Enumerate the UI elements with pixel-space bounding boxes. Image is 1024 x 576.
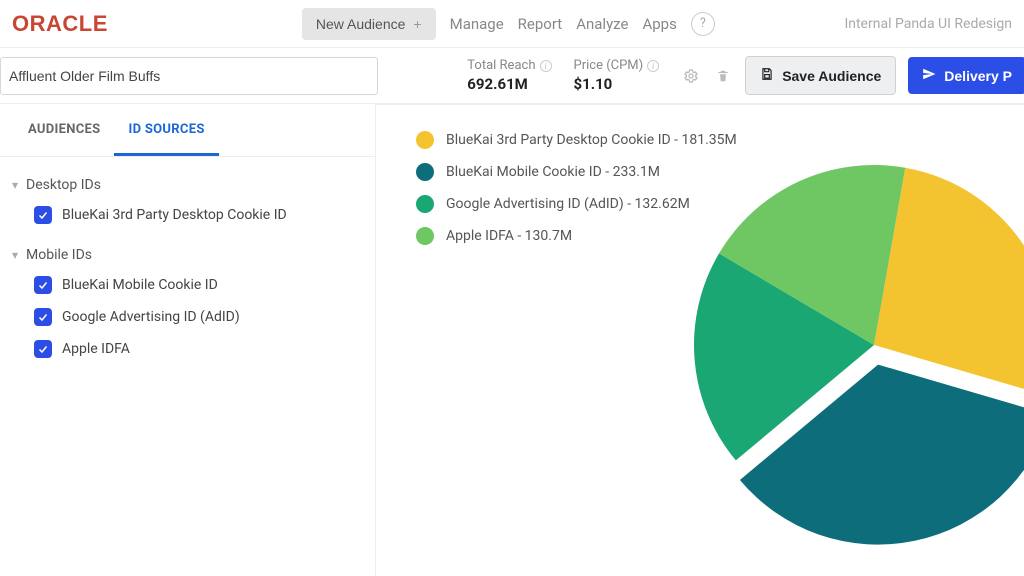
main-panel: BlueKai 3rd Party Desktop Cookie ID - 18… xyxy=(376,104,1024,576)
sidebar-tabs: AUDIENCES ID SOURCES xyxy=(0,104,375,157)
metric-reach-value: 692.61M xyxy=(467,75,551,93)
tab-id-sources[interactable]: ID SOURCES xyxy=(114,104,218,156)
tree-item-label: Google Advertising ID (AdID) xyxy=(62,309,240,325)
tree-item-desktop-cookie[interactable]: BlueKai 3rd Party Desktop Cookie ID xyxy=(12,199,363,231)
checkbox-checked-icon[interactable] xyxy=(34,276,52,294)
brand-logo: ORACLE xyxy=(12,11,108,37)
metric-reach: Total Reach i 692.61M xyxy=(467,58,551,93)
nav-analyze[interactable]: Analyze xyxy=(576,15,628,33)
metric-reach-label: Total Reach xyxy=(467,58,535,73)
gear-icon[interactable] xyxy=(681,66,701,86)
save-icon xyxy=(760,67,774,84)
info-icon[interactable]: i xyxy=(540,60,552,72)
tree-item-label: BlueKai 3rd Party Desktop Cookie ID xyxy=(62,207,287,223)
legend-swatch xyxy=(416,227,434,245)
id-source-tree: ▾ Desktop IDs BlueKai 3rd Party Desktop … xyxy=(0,157,375,393)
pie-chart xyxy=(674,145,1024,545)
legend-swatch xyxy=(416,195,434,213)
audience-name-input[interactable] xyxy=(0,57,378,95)
legend-label: BlueKai Mobile Cookie ID - 233.1M xyxy=(446,164,660,180)
metric-cpm-label: Price (CPM) xyxy=(574,58,644,73)
tree-item-mobile-cookie[interactable]: BlueKai Mobile Cookie ID xyxy=(12,269,363,301)
plus-icon: + xyxy=(413,16,421,32)
metric-cpm-value: $1.10 xyxy=(574,75,660,93)
project-name: Internal Panda UI Redesign xyxy=(844,16,1012,32)
legend-label: Apple IDFA - 130.7M xyxy=(446,228,572,244)
trash-icon[interactable] xyxy=(713,66,733,86)
tab-audiences[interactable]: AUDIENCES xyxy=(14,104,114,156)
sidebar: AUDIENCES ID SOURCES ▾ Desktop IDs BlueK… xyxy=(0,104,376,576)
delivery-button[interactable]: Delivery P xyxy=(908,57,1024,94)
tree-group-mobile: ▾ Mobile IDs BlueKai Mobile Cookie ID Go… xyxy=(12,243,363,365)
content-area: AUDIENCES ID SOURCES ▾ Desktop IDs BlueK… xyxy=(0,104,1024,576)
metric-cpm: Price (CPM) i $1.10 xyxy=(574,58,660,93)
tree-group-label: Mobile IDs xyxy=(26,247,92,263)
legend-swatch xyxy=(416,131,434,149)
save-audience-button[interactable]: Save Audience xyxy=(745,56,896,95)
new-audience-label: New Audience xyxy=(316,16,406,32)
chevron-down-icon: ▾ xyxy=(12,248,18,262)
nav-apps[interactable]: Apps xyxy=(642,15,676,33)
tree-item-apple-idfa[interactable]: Apple IDFA xyxy=(12,333,363,365)
nav-manage[interactable]: Manage xyxy=(450,15,504,33)
tree-group-header-desktop[interactable]: ▾ Desktop IDs xyxy=(12,173,363,199)
top-bar: ORACLE New Audience + Manage Report Anal… xyxy=(0,0,1024,48)
paper-plane-icon xyxy=(922,67,936,84)
legend-swatch xyxy=(416,163,434,181)
tree-group-header-mobile[interactable]: ▾ Mobile IDs xyxy=(12,243,363,269)
help-icon[interactable]: ? xyxy=(691,12,715,36)
chevron-down-icon: ▾ xyxy=(12,178,18,192)
info-icon[interactable]: i xyxy=(647,60,659,72)
nav-report[interactable]: Report xyxy=(518,15,563,33)
tree-item-label: BlueKai Mobile Cookie ID xyxy=(62,277,218,293)
checkbox-checked-icon[interactable] xyxy=(34,206,52,224)
sub-bar: Total Reach i 692.61M Price (CPM) i $1.1… xyxy=(0,48,1024,104)
tree-item-label: Apple IDFA xyxy=(62,341,130,357)
delivery-label: Delivery P xyxy=(944,68,1012,84)
checkbox-checked-icon[interactable] xyxy=(34,340,52,358)
tree-group-label: Desktop IDs xyxy=(26,177,101,193)
new-audience-button[interactable]: New Audience + xyxy=(302,8,436,40)
tree-group-desktop: ▾ Desktop IDs BlueKai 3rd Party Desktop … xyxy=(12,173,363,231)
save-label: Save Audience xyxy=(782,68,881,84)
checkbox-checked-icon[interactable] xyxy=(34,308,52,326)
legend-label: Google Advertising ID (AdID) - 132.62M xyxy=(446,196,690,212)
tree-item-google-adid[interactable]: Google Advertising ID (AdID) xyxy=(12,301,363,333)
